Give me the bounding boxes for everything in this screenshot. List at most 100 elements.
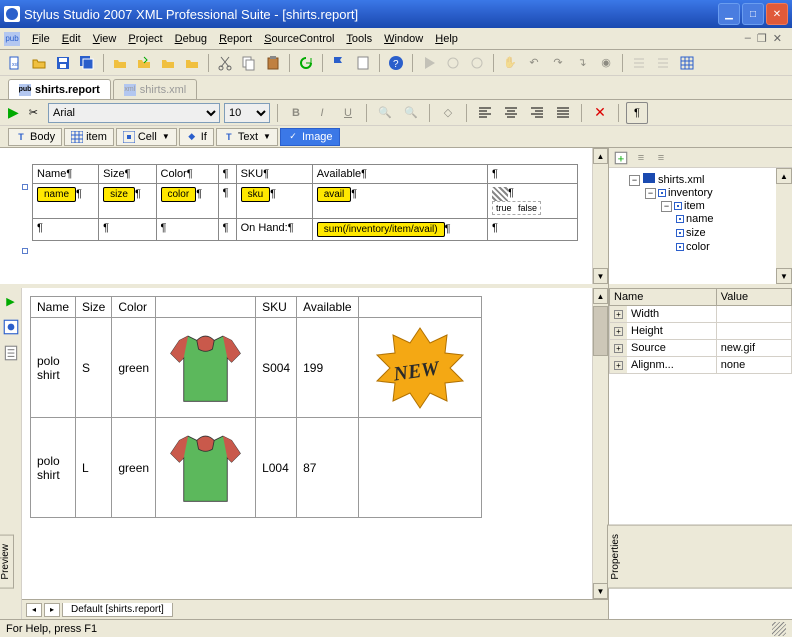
collapse-icon[interactable]: − (645, 188, 656, 199)
tab-next-button[interactable]: ▸ (44, 603, 60, 617)
grid-button[interactable] (676, 52, 698, 74)
expand-icon[interactable]: + (614, 361, 623, 370)
align-justify-button[interactable] (552, 102, 574, 124)
menu-tools[interactable]: Tools (340, 31, 378, 47)
header-available[interactable]: Available (312, 165, 487, 184)
text-type-button[interactable]: TText▼ (216, 128, 278, 146)
menu-project[interactable]: Project (122, 31, 168, 47)
preview-scrollbar[interactable]: ▲ ▼ (592, 288, 608, 599)
prop-row[interactable]: +Sourcenew.gif (610, 340, 792, 357)
align-right-button[interactable] (526, 102, 548, 124)
design-scrollbar[interactable]: ▲ ▼ (592, 148, 608, 284)
footer-cell[interactable] (156, 219, 218, 241)
design-grid[interactable]: Name Size Color SKU Available name¶ size… (32, 164, 578, 241)
scroll-down-icon[interactable]: ▼ (776, 268, 792, 284)
scroll-up-icon[interactable]: ▲ (593, 148, 608, 164)
list-button-1[interactable] (628, 52, 650, 74)
token-cell-sku[interactable]: sku¶ (236, 184, 312, 219)
new-button[interactable]: xsl (4, 52, 26, 74)
tree-root[interactable]: −shirts.xml −inventory −item name size c… (629, 172, 788, 257)
scroll-down-icon[interactable]: ▼ (593, 583, 608, 599)
folder-button-1[interactable] (109, 52, 131, 74)
delete-button[interactable]: ✕ (589, 102, 611, 124)
minimize-button[interactable]: ▁ (718, 3, 740, 25)
design-pane[interactable]: Name Size Color SKU Available name¶ size… (0, 148, 608, 288)
expand-icon[interactable]: + (614, 310, 623, 319)
nav-button-4[interactable]: ↴ (571, 52, 593, 74)
footer-cell[interactable] (488, 219, 578, 241)
collapse-icon[interactable]: − (629, 175, 640, 186)
header-empty2[interactable] (488, 165, 578, 184)
open-button[interactable] (28, 52, 50, 74)
bold-button[interactable]: B (285, 102, 307, 124)
tab-shirts-xml[interactable]: xml shirts.xml (113, 79, 197, 99)
paste-button[interactable] (262, 52, 284, 74)
cell-type-button[interactable]: Cell▼ (116, 128, 177, 146)
footer-cell[interactable] (33, 219, 99, 241)
tree-btn-2[interactable]: ≡ (633, 150, 649, 166)
step-button-2[interactable] (466, 52, 488, 74)
menu-view[interactable]: View (87, 31, 123, 47)
body-type-button[interactable]: TBody (8, 128, 62, 146)
save-button[interactable] (52, 52, 74, 74)
search-button-2[interactable]: 🔍 (400, 102, 422, 124)
pilcrow-button[interactable]: ¶ (626, 102, 648, 124)
close-button[interactable]: ✕ (766, 3, 788, 25)
scroll-up-icon[interactable]: ▲ (776, 168, 792, 184)
token-cell-name[interactable]: name¶ (33, 184, 99, 219)
tree-node-name[interactable]: name (677, 212, 788, 226)
flag-button[interactable] (328, 52, 350, 74)
resize-gripper-icon[interactable] (772, 622, 786, 636)
menu-report[interactable]: Report (213, 31, 258, 47)
tree-node-inventory[interactable]: −inventory −item name size color (645, 186, 788, 256)
tree-node-color[interactable]: color (677, 240, 788, 254)
preview-browser-button[interactable] (2, 318, 20, 336)
prop-row[interactable]: +Width (610, 306, 792, 323)
nav-button-2[interactable]: ↶ (523, 52, 545, 74)
preview-run-button[interactable]: ▶ (2, 292, 20, 310)
header-name[interactable]: Name (33, 165, 99, 184)
preview-tab-default[interactable]: Default [shirts.report] (62, 603, 173, 617)
menu-edit[interactable]: Edit (56, 31, 87, 47)
menu-sourcecontrol[interactable]: SourceControl (258, 31, 340, 47)
prop-row[interactable]: +Alignm...none (610, 357, 792, 374)
expand-icon[interactable]: + (614, 327, 623, 336)
align-center-button[interactable] (500, 102, 522, 124)
header-sku[interactable]: SKU (236, 165, 312, 184)
header-color[interactable]: Color (156, 165, 218, 184)
preview-run-icon[interactable]: ▶ (8, 104, 19, 121)
doc-button[interactable] (352, 52, 374, 74)
xml-tree[interactable]: −shirts.xml −inventory −item name size c… (609, 168, 792, 261)
token-cell-avail[interactable]: avail¶ (312, 184, 487, 219)
folder-button-2[interactable] (133, 52, 155, 74)
scroll-up-icon[interactable]: ▲ (593, 288, 608, 304)
mdi-minimize-icon[interactable]: – (745, 32, 751, 45)
footer-cell[interactable] (99, 219, 156, 241)
mdi-restore-icon[interactable]: ❐ (757, 32, 767, 45)
step-button-1[interactable] (442, 52, 464, 74)
nav-button-1[interactable]: ✋ (499, 52, 521, 74)
menu-help[interactable]: Help (429, 31, 464, 47)
list-button-2[interactable] (652, 52, 674, 74)
item-type-button[interactable]: item (64, 128, 114, 146)
menu-window[interactable]: Window (378, 31, 429, 47)
align-left-button[interactable] (474, 102, 496, 124)
tab-prev-button[interactable]: ◂ (26, 603, 42, 617)
underline-button[interactable]: U (337, 102, 359, 124)
refresh-button[interactable] (295, 52, 317, 74)
scroll-thumb[interactable] (593, 306, 608, 356)
menu-file[interactable]: File (26, 31, 56, 47)
mdi-close-icon[interactable]: ✕ (773, 32, 782, 45)
image-type-button[interactable]: ✓Image (280, 128, 340, 146)
properties-side-tab[interactable]: Properties (607, 525, 792, 589)
token-cell-color[interactable]: color¶ (156, 184, 218, 219)
preview-export-button[interactable] (2, 344, 20, 362)
font-select[interactable]: Arial (48, 103, 220, 123)
clear-button[interactable]: ◇ (437, 102, 459, 124)
tree-scrollbar[interactable]: ▲ ▼ (776, 168, 792, 284)
help-button[interactable]: ? (385, 52, 407, 74)
maximize-button[interactable]: □ (742, 3, 764, 25)
run-button[interactable] (418, 52, 440, 74)
token-cell-truefalse[interactable]: ¶true false (488, 184, 578, 219)
tree-node-item[interactable]: −item name size color (661, 199, 788, 255)
